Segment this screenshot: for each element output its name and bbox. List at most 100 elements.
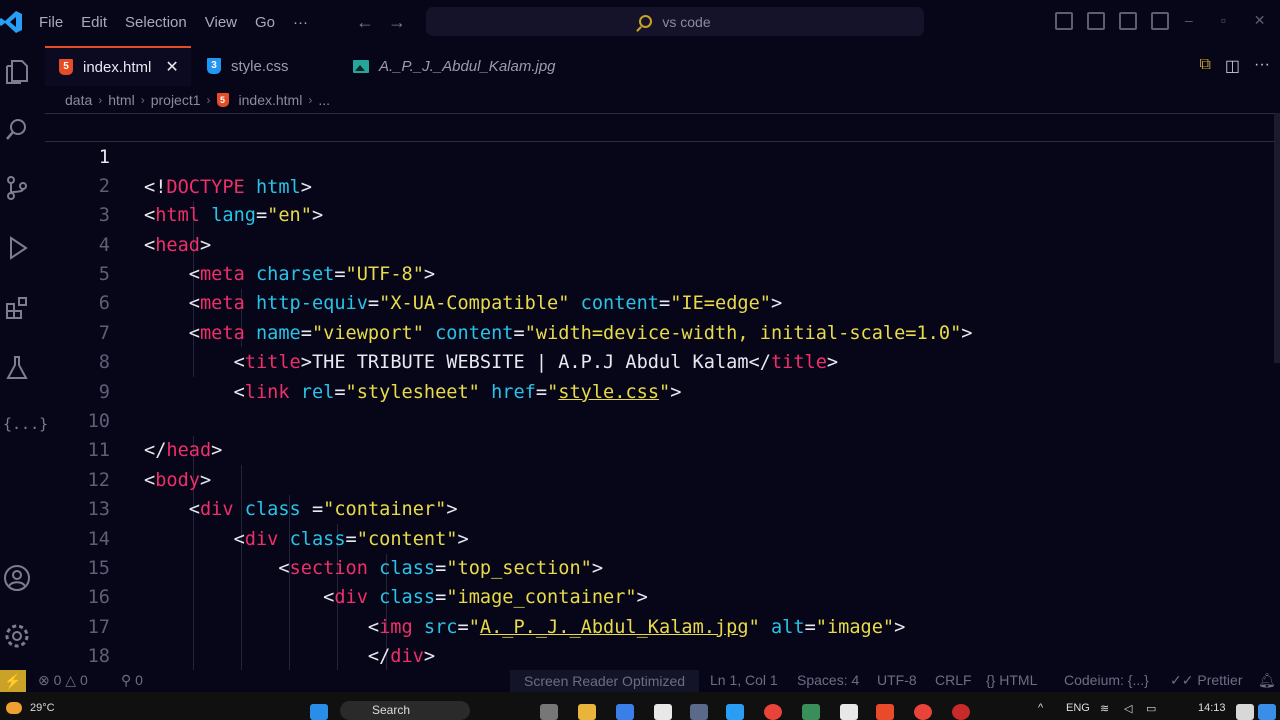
code-editor[interactable]: 1 <!DOCTYPE html> 2 <html lang="en"> 3 <… [45, 113, 1280, 670]
language-mode[interactable]: {} HTML [986, 672, 1037, 688]
end-of-line[interactable]: CRLF [935, 672, 972, 688]
status-bar: ⚡ ⊗ 0 △ 0 ⚲ 0 Screen Reader Optimized Ln… [0, 670, 1280, 692]
show-hidden-icons-chevron-icon[interactable]: ^ [1038, 702, 1043, 714]
wps-office-icon[interactable] [876, 704, 894, 720]
chrome-icon[interactable] [764, 704, 782, 720]
css3-icon: 3 [207, 58, 221, 74]
close-tab-icon[interactable]: ✕ [165, 57, 178, 77]
breadcrumb-item[interactable]: data [65, 92, 92, 108]
code-line: 8 <link rel="stylesheet" href="style.css… [45, 319, 1275, 402]
menu-bar: File Edit Selection View Go ··· [30, 0, 317, 44]
html5-icon: 5 [216, 93, 229, 107]
volume-icon[interactable]: ◁ [1124, 702, 1132, 715]
menu-selection[interactable]: Selection [116, 14, 196, 31]
customize-layout-icon[interactable] [1151, 12, 1169, 30]
code-line: 10 </head> [45, 378, 1275, 461]
warning-count: 0 [79, 672, 88, 688]
chrome-profile-icon[interactable] [914, 704, 932, 720]
forward-arrow-icon[interactable]: → [388, 12, 406, 33]
codeium-status[interactable]: Codeium: {...} [1064, 672, 1149, 688]
ports-indicator[interactable]: ⚲ 0 [121, 672, 143, 689]
document-icon[interactable] [654, 704, 672, 720]
wifi-icon[interactable]: ≋ [1100, 702, 1109, 715]
manage-gear-icon[interactable] [3, 622, 31, 650]
breadcrumb: data › html › project1 › 5 index.html › … [65, 90, 330, 110]
tab-index-html[interactable]: 5 index.html ✕ [45, 46, 191, 86]
breadcrumb-item[interactable]: project1 [151, 92, 201, 108]
code-line: 1 <!DOCTYPE html> [45, 113, 1275, 198]
taskbar-search[interactable]: Search [340, 701, 470, 720]
weather-icon[interactable] [6, 702, 22, 714]
back-arrow-icon[interactable]: ← [356, 12, 374, 33]
code-line: 11 <body> [45, 407, 1275, 490]
code-line: 15 <div class="image_container"> [45, 525, 1275, 608]
app-icon[interactable] [690, 704, 708, 720]
toggle-secondary-sidebar-icon[interactable] [1119, 12, 1137, 30]
testing-flask-icon[interactable] [3, 354, 31, 382]
indentation[interactable]: Spaces: 4 [797, 672, 859, 688]
extensions-icon[interactable] [3, 294, 31, 322]
prettier-status[interactable]: ✓✓ Prettier [1170, 672, 1242, 689]
explorer-icon[interactable] [3, 58, 31, 86]
code-line: 12 <div class ="container"> [45, 436, 1275, 520]
input-language[interactable]: ENG [1066, 702, 1090, 714]
close-window-icon[interactable]: ✕ [1254, 12, 1266, 29]
run-and-debug-icon[interactable] [3, 234, 31, 262]
copilot-icon[interactable] [1258, 704, 1276, 720]
capcut-icon[interactable] [840, 704, 858, 720]
accounts-icon[interactable] [3, 564, 31, 592]
navigation-arrows: ← → [356, 12, 406, 33]
screen-reader-mode[interactable]: Screen Reader Optimized [510, 670, 700, 692]
maximize-icon[interactable]: ▫ [1221, 12, 1226, 29]
vscode-logo-icon[interactable] [0, 10, 22, 34]
cursor-position[interactable]: Ln 1, Col 1 [710, 672, 778, 688]
code-line: 6 <meta name="viewport" content="width=d… [45, 260, 1275, 343]
tab-style-css[interactable]: 3 style.css [191, 46, 341, 86]
file-explorer-icon[interactable] [578, 704, 596, 720]
codeium-braces-icon[interactable]: {...} [3, 410, 48, 438]
battery-icon[interactable]: ▭ [1146, 702, 1156, 715]
notifications-bell-icon[interactable]: 🔔︎ [1258, 672, 1276, 689]
window-controls: – ▫ ✕ [1185, 12, 1266, 29]
breadcrumb-item[interactable]: ... [318, 92, 330, 108]
error-count: 0 [53, 672, 62, 688]
language-label: HTML [999, 672, 1038, 688]
menu-more[interactable]: ··· [284, 14, 317, 31]
task-view-icon[interactable] [540, 704, 558, 720]
minimize-icon[interactable]: – [1185, 12, 1193, 29]
breadcrumb-item[interactable]: index.html [239, 92, 303, 108]
source-control-icon[interactable] [3, 174, 31, 202]
menu-edit[interactable]: Edit [72, 14, 116, 31]
code-line: 16 <img src="A._P._J._Abdul_Kalam.jpg" a… [45, 554, 1275, 637]
toggle-panel-icon[interactable] [1087, 12, 1105, 30]
search-sidebar-icon[interactable] [3, 116, 31, 144]
title-bar: File Edit Selection View Go ··· ← → vs c… [0, 0, 1280, 44]
toggle-primary-sidebar-icon[interactable] [1055, 12, 1073, 30]
code-line: 18 <div> [45, 613, 1275, 667]
problems-indicator[interactable]: ⊗ 0 △ 0 [38, 672, 88, 689]
calculator-icon[interactable] [802, 704, 820, 720]
encoding[interactable]: UTF-8 [877, 672, 917, 688]
start-windows-icon[interactable] [310, 704, 328, 720]
command-center-search[interactable]: vs code [426, 7, 924, 36]
vscode-taskbar-icon[interactable] [726, 704, 744, 720]
more-actions-icon[interactable]: ··· [1254, 56, 1270, 76]
split-editor-icon[interactable]: ◫ [1225, 56, 1240, 76]
open-preview-icon[interactable]: ⧉ [1199, 56, 1210, 76]
tab-image-jpg[interactable]: A._P._J._Abdul_Kalam.jpg [341, 46, 581, 86]
windows-taskbar: 29°C Search ^ ENG ≋ ◁ ▭ 14:13 [0, 692, 1280, 720]
editor-tabs: 5 index.html ✕ 3 style.css A._P._J._Abdu… [45, 44, 1280, 86]
code-line: 9 [45, 348, 1275, 403]
code-line: 5 <meta http-equiv="X-UA-Compatible" con… [45, 231, 1275, 314]
menu-go[interactable]: Go [246, 14, 284, 31]
activity-bar: {...} [0, 44, 48, 670]
clock-time[interactable]: 14:13 [1198, 702, 1226, 714]
menu-view[interactable]: View [196, 14, 246, 31]
remote-indicator-icon[interactable]: ⚡ [0, 670, 26, 692]
notepad-icon[interactable] [616, 704, 634, 720]
recorder-icon[interactable] [952, 704, 970, 720]
breadcrumb-item[interactable]: html [108, 92, 134, 108]
menu-file[interactable]: File [30, 14, 72, 31]
command-center-text: vs code [662, 13, 711, 30]
notification-center-icon[interactable] [1236, 704, 1254, 720]
